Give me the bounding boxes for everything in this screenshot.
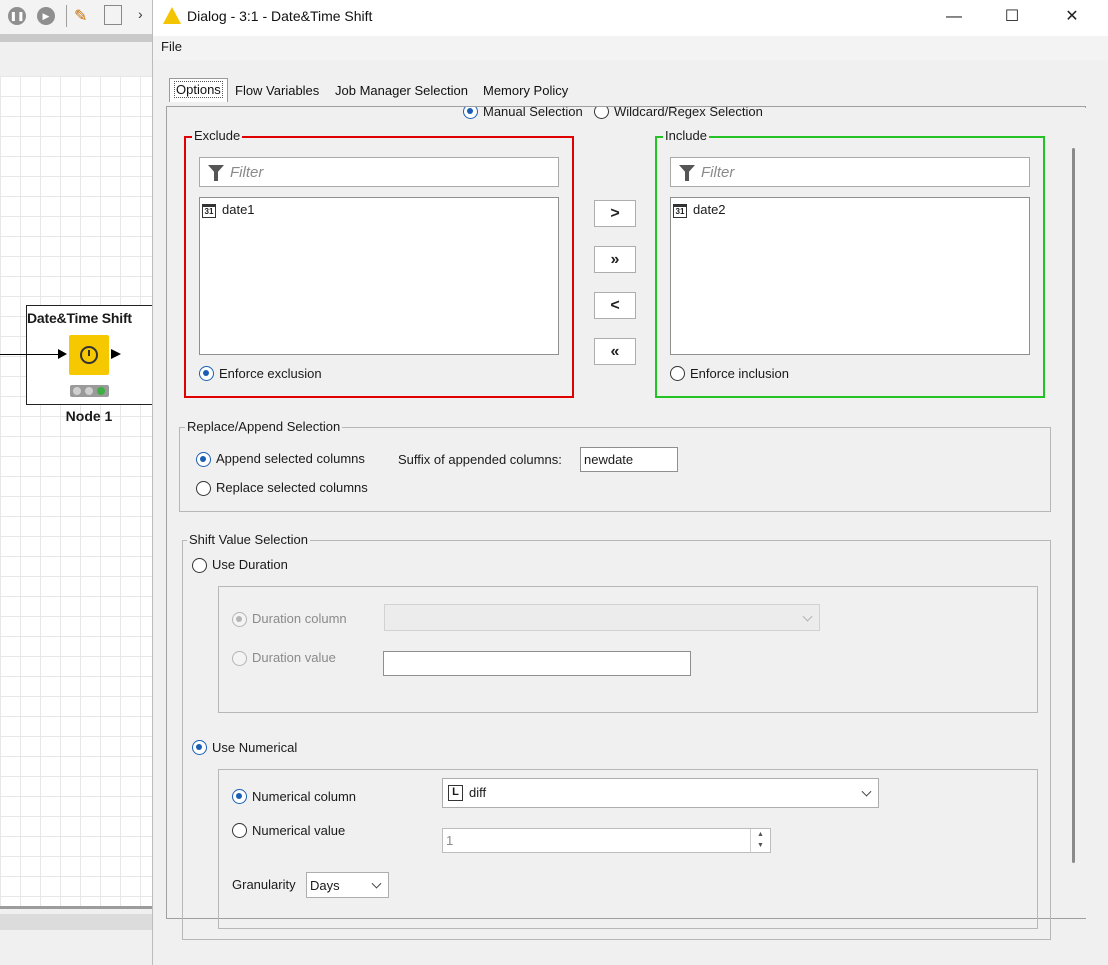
exclude-legend: Exclude [192, 128, 243, 143]
numerical-value-spinner[interactable]: 1 ▲ ▼ [442, 828, 771, 853]
window-title: Dialog - 3:1 - Date&Time Shift [187, 8, 373, 24]
node-icon[interactable] [69, 335, 109, 375]
chevron-down-icon [371, 878, 382, 889]
wildcard-selection-label: Wildcard/Regex Selection [614, 107, 763, 119]
remove-all-button[interactable]: « [594, 338, 636, 365]
duration-column-label: Duration column [252, 611, 347, 626]
status-light-yellow [85, 387, 93, 395]
duration-column-select[interactable] [384, 604, 820, 631]
numerical-column-label: Numerical column [252, 789, 357, 804]
list-item[interactable]: 31 date1 [202, 201, 255, 219]
pause-icon[interactable]: ❚❚ [8, 7, 26, 25]
manual-selection-label: Manual Selection [483, 107, 583, 119]
tab-job-manager-selection[interactable]: Job Manager Selection [331, 80, 472, 102]
tab-options[interactable]: Options [169, 78, 228, 102]
manual-selection-radio[interactable] [463, 107, 478, 119]
chevron-down-icon [861, 786, 872, 797]
duration-value-label: Duration value [252, 650, 336, 665]
menu-bar: File [153, 36, 1108, 60]
include-filter-placeholder: Filter [701, 164, 735, 181]
button-bar-edge [153, 958, 1108, 965]
node-status-lights [70, 385, 109, 397]
include-list[interactable]: 31 date2 [670, 197, 1030, 355]
selection-mode-row: Manual Selection Wildcard/Regex Selectio… [167, 107, 1070, 121]
maximize-button[interactable]: ☐ [983, 0, 1041, 33]
minimize-button[interactable]: — [925, 0, 983, 33]
numerical-column-select[interactable]: L diff [442, 778, 879, 808]
close-button[interactable]: ✕ [1043, 0, 1101, 33]
use-duration-radio[interactable] [192, 558, 207, 573]
numerical-column-radio[interactable] [232, 789, 247, 804]
exclude-filter-placeholder: Filter [230, 164, 264, 181]
filter-icon [208, 165, 224, 181]
use-numerical-radio[interactable] [192, 740, 207, 755]
status-light-red [73, 387, 81, 395]
tab-memory-policy[interactable]: Memory Policy [479, 80, 572, 102]
granularity-value: Days [310, 878, 340, 893]
numerical-value-radio[interactable] [232, 823, 247, 838]
suffix-input[interactable]: newdate [580, 447, 678, 472]
numerical-column-value: diff [469, 785, 487, 800]
add-button[interactable]: > [594, 200, 636, 227]
node-title: Date&Time Shift [27, 310, 132, 326]
calendar-icon: 31 [673, 203, 687, 218]
layout-icon[interactable] [104, 5, 122, 25]
replace-columns-label: Replace selected columns [216, 480, 368, 495]
include-legend: Include [663, 128, 709, 143]
knime-warning-icon [163, 7, 181, 24]
menu-file[interactable]: File [161, 39, 182, 54]
chevron-right-icon[interactable]: › [138, 6, 143, 22]
connection-wire [0, 354, 58, 355]
wrench-icon[interactable]: ✎ [74, 6, 87, 26]
append-columns-label: Append selected columns [216, 451, 365, 466]
editor-tab-strip [0, 34, 152, 42]
status-light-green [97, 387, 105, 395]
enforce-exclusion-radio[interactable] [199, 366, 214, 381]
suffix-label: Suffix of appended columns: [398, 452, 562, 467]
chevron-down-icon [802, 611, 813, 622]
filter-icon [679, 165, 695, 181]
duration-value-radio[interactable] [232, 651, 247, 666]
input-port-icon[interactable] [58, 349, 67, 359]
workflow-canvas[interactable] [0, 76, 152, 906]
list-item[interactable]: 31 date2 [673, 201, 726, 219]
title-bar[interactable]: Dialog - 3:1 - Date&Time Shift — ☐ ✕ [153, 0, 1108, 34]
add-all-button[interactable]: » [594, 246, 636, 273]
canvas-divider [0, 906, 152, 909]
shift-value-legend: Shift Value Selection [187, 532, 310, 547]
spinner-arrows-icon[interactable]: ▲ ▼ [750, 829, 770, 852]
tab-flow-variables[interactable]: Flow Variables [231, 80, 323, 102]
dialog-window: Dialog - 3:1 - Date&Time Shift — ☐ ✕ Fil… [152, 0, 1108, 965]
duration-column-radio[interactable] [232, 612, 247, 627]
replace-append-legend: Replace/Append Selection [185, 419, 343, 434]
numerical-value-label: Numerical value [252, 823, 346, 838]
granularity-select[interactable]: Days [306, 872, 389, 898]
long-type-icon: L [448, 785, 463, 801]
enforce-inclusion-radio[interactable] [670, 366, 685, 381]
output-port-icon[interactable] [111, 349, 121, 359]
enforce-inclusion-label: Enforce inclusion [690, 366, 789, 381]
remove-button[interactable]: < [594, 292, 636, 319]
duration-value-input[interactable] [383, 651, 691, 676]
include-filter-input[interactable]: Filter [670, 157, 1030, 187]
enforce-exclusion-label: Enforce exclusion [219, 366, 322, 381]
exclude-filter-input[interactable]: Filter [199, 157, 559, 187]
toolbar-separator [66, 5, 67, 27]
scrollbar-thumb[interactable] [1072, 148, 1075, 863]
canvas-footer [0, 914, 152, 930]
node-label: Node 1 [65, 408, 113, 424]
replace-columns-radio[interactable] [196, 481, 211, 496]
granularity-label: Granularity [232, 877, 296, 892]
append-columns-radio[interactable] [196, 452, 211, 467]
background-toolbar: ❚❚ ▶ ✎ › [0, 0, 152, 34]
play-step-icon[interactable]: ▶ [37, 7, 55, 25]
calendar-icon: 31 [202, 203, 216, 218]
use-duration-label: Use Duration [212, 557, 288, 572]
wildcard-selection-radio[interactable] [594, 107, 609, 119]
use-numerical-label: Use Numerical [212, 740, 298, 755]
exclude-list[interactable]: 31 date1 [199, 197, 559, 355]
